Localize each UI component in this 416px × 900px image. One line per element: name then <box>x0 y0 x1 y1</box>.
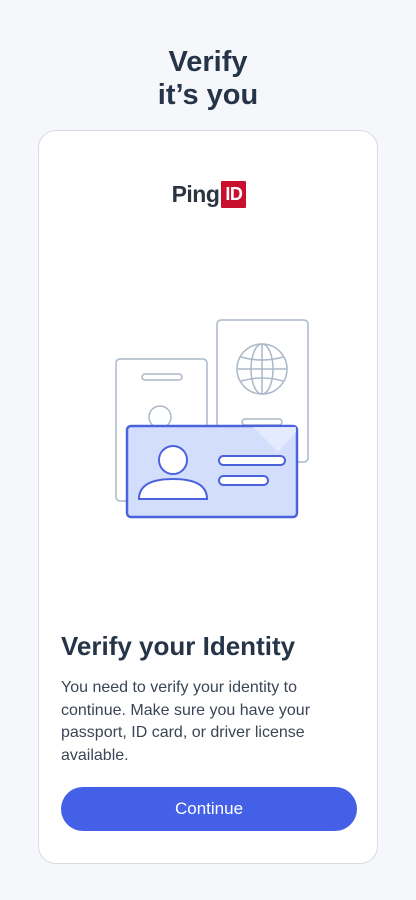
logo-text: Ping <box>171 180 220 207</box>
logo-badge: ID <box>221 180 247 208</box>
page-title-line-1: Verify <box>168 46 248 78</box>
verify-card: Ping ID Verify your Identity You need to… <box>38 130 378 864</box>
continue-button[interactable]: Continue <box>61 787 357 831</box>
page-title: Verify it’s you <box>0 46 416 112</box>
id-card-icon <box>125 424 299 519</box>
pingid-logo: Ping ID <box>39 179 379 209</box>
card-title: Verify your Identity <box>61 631 296 661</box>
card-description: You need to verify your identity to cont… <box>61 679 311 764</box>
id-documents-illustration <box>115 319 309 519</box>
page-title-line-2: it’s you <box>157 79 259 111</box>
